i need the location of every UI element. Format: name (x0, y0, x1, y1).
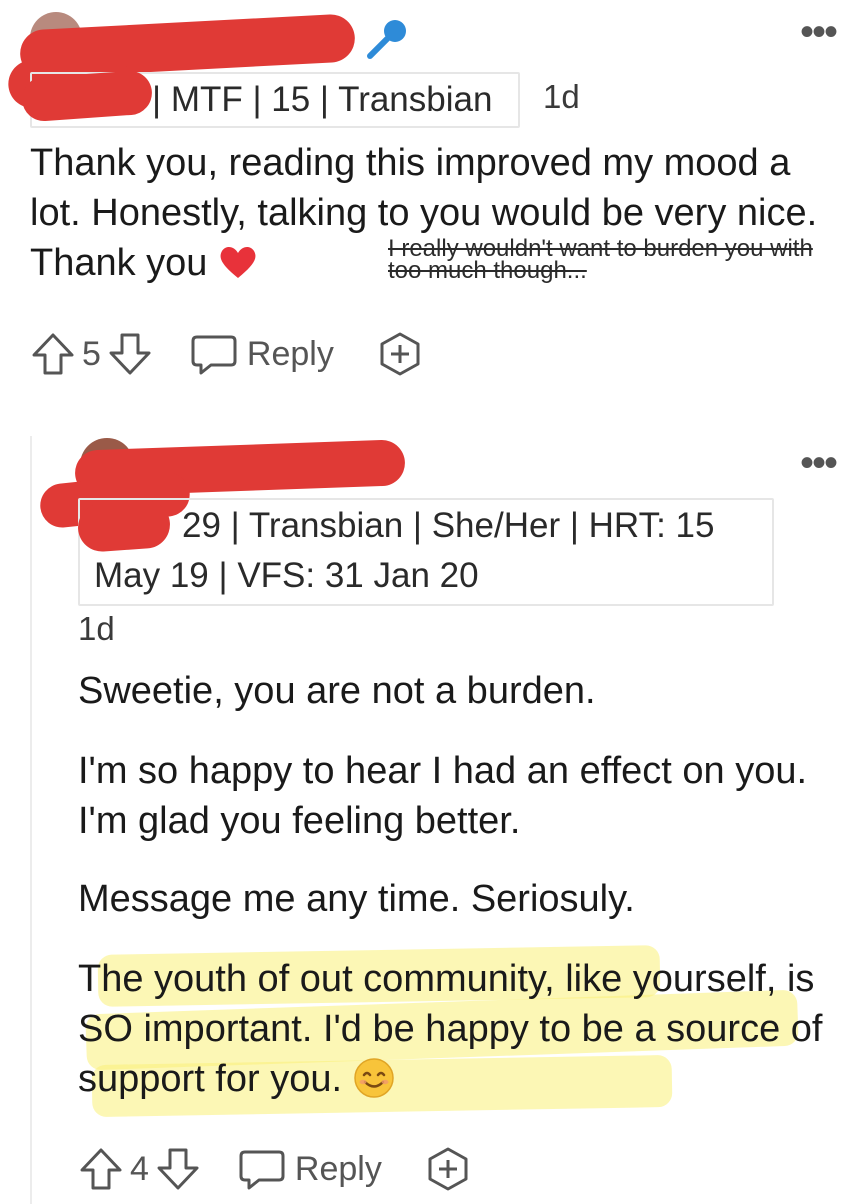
award-plus-icon[interactable] (424, 1145, 472, 1193)
paragraph-2: I'm so happy to hear I had an effect on … (78, 750, 808, 842)
strikethrough-text: I really wouldn't want to burden you wit… (388, 235, 813, 284)
downvote-arrow-icon[interactable] (107, 331, 153, 377)
more-options-icon[interactable]: ••• (800, 12, 838, 52)
vote-count: 5 (82, 334, 101, 373)
paragraph-1: Sweetie, you are not a burden. (78, 670, 596, 712)
more-options-icon[interactable]: ••• (800, 443, 838, 483)
timestamp: 1d (543, 78, 580, 115)
comment-body: Sweetie, you are not a burden. I'm so ha… (78, 666, 838, 1104)
flair-line-1: 29 | Transbian | She/Her | HRT: 15 (182, 506, 715, 545)
redacted-flair (76, 498, 172, 554)
award-plus-icon[interactable] (376, 330, 424, 378)
heart-emoji (218, 242, 258, 292)
microphone-icon (362, 14, 412, 69)
reply-button[interactable]: Reply (237, 1146, 382, 1192)
vote-count: 4 (130, 1149, 149, 1188)
paragraph-4: The youth of out community, like yoursel… (78, 954, 838, 1104)
smiling-face-emoji (353, 1057, 395, 1099)
flair-text: | MTF | 15 | Transbian (152, 80, 493, 119)
timestamp: 1d (78, 610, 115, 647)
comment-2-actions: 4 Reply (78, 1145, 472, 1193)
redacted-flair (20, 69, 154, 123)
upvote-arrow-icon[interactable] (30, 331, 76, 377)
flair-line-2: May 19 | VFS: 31 Jan 20 (94, 556, 479, 595)
speech-bubble-icon (189, 331, 239, 377)
paragraph-3: Message me any time. Seriosuly. (78, 878, 635, 920)
thread-line[interactable] (30, 436, 32, 1204)
downvote-arrow-icon[interactable] (155, 1146, 201, 1192)
upvote-arrow-icon[interactable] (78, 1146, 124, 1192)
user-flair: 29 | Transbian | She/Her | HRT: 15 May 1… (78, 498, 774, 606)
comment-1-actions: 5 Reply (30, 330, 424, 378)
reply-button[interactable]: Reply (189, 331, 334, 377)
speech-bubble-icon (237, 1146, 287, 1192)
reply-label: Reply (246, 334, 334, 373)
paragraph-4-text: The youth of out community, like yoursel… (78, 958, 823, 1100)
reply-label: Reply (294, 1149, 382, 1188)
